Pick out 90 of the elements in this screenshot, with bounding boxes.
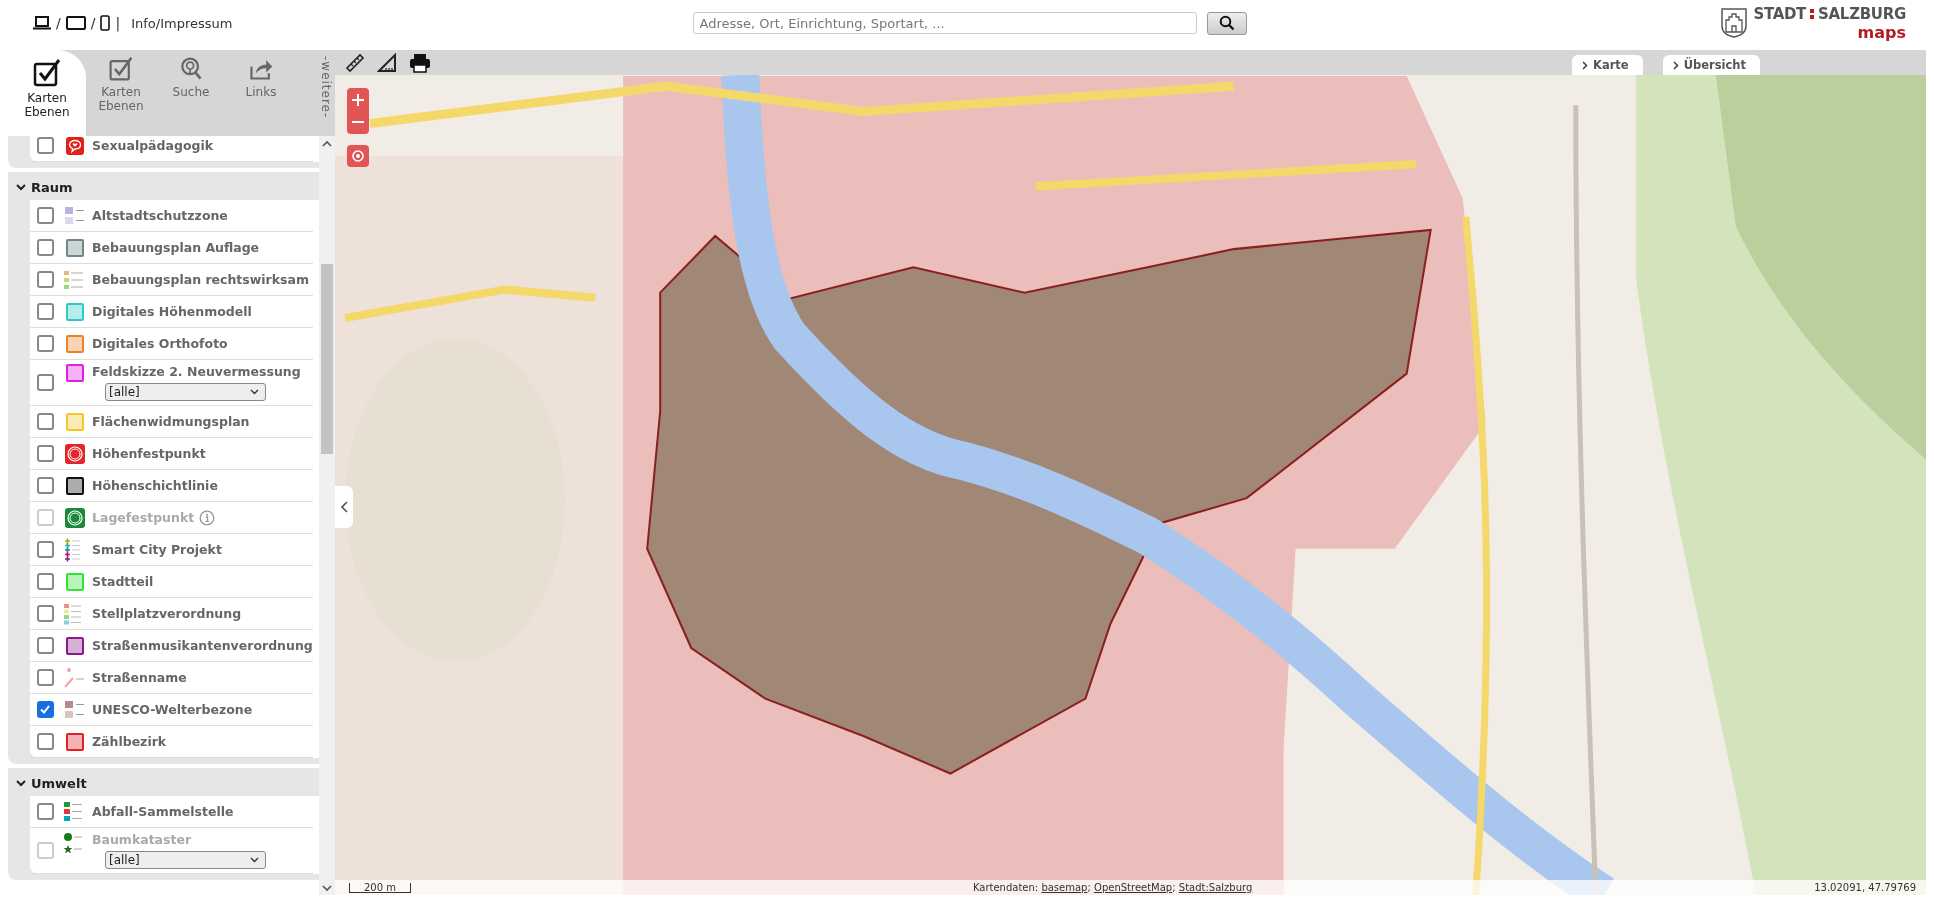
group-title[interactable]: Raum: [31, 179, 73, 195]
sidebar-tab[interactable]: Links: [226, 50, 296, 136]
attribution-link[interactable]: Stadt:Salzburg: [1178, 882, 1253, 893]
search-button[interactable]: [1206, 11, 1247, 35]
legend-icon: [64, 205, 86, 226]
coordinates-text: 13.02091, 47.79769: [1814, 882, 1916, 893]
chevron-icon[interactable]: [16, 183, 26, 191]
scroll-up-icon[interactable]: [322, 140, 332, 148]
layer-checkbox[interactable]: [36, 701, 54, 718]
logo-word: SALZBURG: [1818, 4, 1906, 23]
search-icon: [178, 56, 204, 82]
layer-label: Lagefestpunkt: [92, 510, 195, 525]
layer-label: Baumkataster: [92, 832, 192, 847]
layer-label: Straßenmusikantenverordnung: [92, 638, 313, 653]
coat-of-arms-icon: [1721, 8, 1748, 38]
attribution-text: Kartendaten: basemap; OpenStreetMap; Stadt:Salzburg: [972, 882, 1253, 893]
layer-label: Abfall-Sammelstelle: [92, 804, 234, 819]
legend-icon: [64, 699, 86, 720]
map-tab[interactable]: Übersicht: [1662, 55, 1760, 75]
layer-checkbox[interactable]: [36, 445, 54, 462]
layer-label: Feldskizze 2. Neuvermessung: [92, 364, 301, 379]
layer-checkbox[interactable]: [36, 239, 54, 256]
collapse-handle[interactable]: [335, 486, 353, 528]
layer-label: Flächenwidmungsplan: [92, 414, 250, 429]
layer-label: Höhenfestpunkt: [92, 446, 206, 461]
separator: /: [90, 15, 96, 31]
more-tab[interactable]: -weitere-: [319, 56, 333, 119]
ruler-icon[interactable]: [345, 52, 365, 73]
map-tab[interactable]: Karte: [1572, 55, 1643, 75]
search-field[interactable]: Adresse, Ort, Einrichtung, Sportart, ...: [692, 12, 1197, 34]
layer-label: Bebauungsplan Auflage: [92, 240, 260, 255]
chevron-icon[interactable]: [16, 779, 26, 787]
layer-checkbox[interactable]: [36, 605, 54, 622]
layer-checkbox[interactable]: [36, 207, 54, 224]
layer-label: Stellplatzverordnung: [92, 606, 242, 621]
chevron-icon: [340, 501, 348, 513]
legend-icon: [64, 666, 86, 689]
checkbox-icon: [32, 58, 62, 88]
layer-checkbox[interactable]: [36, 335, 54, 352]
info-link[interactable]: Info/Impressum: [131, 15, 233, 31]
search-icon: [1218, 15, 1235, 31]
print-icon[interactable]: [409, 52, 431, 73]
layer-label: UNESCO-Welterbezone: [92, 702, 253, 717]
layer-checkbox[interactable]: [36, 541, 54, 558]
chevron-icon: [1582, 60, 1588, 70]
layer-checkbox[interactable]: [36, 573, 54, 590]
separator: |: [115, 15, 121, 31]
layer-label: Altstadtschutzzone: [92, 208, 228, 223]
filter-dropdown[interactable]: [alle]: [105, 383, 266, 401]
phone-icon[interactable]: [100, 15, 111, 31]
layer-label: Digitales Höhenmodell: [92, 304, 252, 319]
sidebar-tab[interactable]: Suche: [156, 50, 226, 136]
layer-checkbox[interactable]: [36, 477, 54, 494]
layer-checkbox[interactable]: [36, 669, 54, 686]
caret-icon: [250, 389, 259, 395]
layer-checkbox[interactable]: [36, 733, 54, 750]
separator: /: [56, 15, 61, 31]
layer-checkbox[interactable]: [36, 803, 54, 820]
plus-icon: [352, 94, 364, 106]
chevron-icon: [1672, 60, 1679, 70]
layer-checkbox[interactable]: [36, 303, 54, 320]
layer-label: Digitales Orthofoto: [92, 336, 228, 351]
layer-label: Zählbezirk: [92, 734, 167, 749]
layer-label: Sexualpädagogik: [92, 138, 213, 153]
target-icon: [351, 149, 365, 163]
layer-checkbox[interactable]: [36, 413, 54, 430]
layer-label: Stadtteil: [92, 574, 154, 589]
sidebar-tab[interactable]: Karten Ebenen: [86, 50, 156, 136]
colon-icon: [1810, 7, 1815, 20]
check-icon: [40, 705, 50, 714]
layer-checkbox[interactable]: [36, 137, 54, 154]
tablet-icon[interactable]: [65, 16, 86, 30]
scale-bar: 200 m: [349, 882, 411, 893]
caret-icon: [250, 857, 259, 863]
layer-checkbox[interactable]: [36, 374, 54, 391]
logo-word: STADT: [1753, 4, 1807, 23]
layer-checkbox[interactable]: [36, 271, 54, 288]
sidebar-tab[interactable]: Karten Ebenen: [8, 50, 86, 136]
layer-label: Smart City Projekt: [92, 542, 222, 557]
layer-label: Höhenschichtlinie: [92, 478, 218, 493]
group-title[interactable]: Umwelt: [31, 775, 87, 791]
scrollbar-thumb[interactable]: [321, 264, 333, 454]
checkbox-icon: [108, 56, 134, 82]
scroll-down-icon[interactable]: [322, 884, 332, 892]
layer-label: Straßenname: [92, 670, 187, 685]
layer-label: Bebauungsplan rechtswirksam: [92, 272, 309, 287]
layer-checkbox[interactable]: [36, 637, 54, 654]
logo-maps: maps: [1857, 22, 1906, 42]
laptop-icon[interactable]: [33, 16, 51, 30]
locate-button[interactable]: [347, 145, 369, 167]
